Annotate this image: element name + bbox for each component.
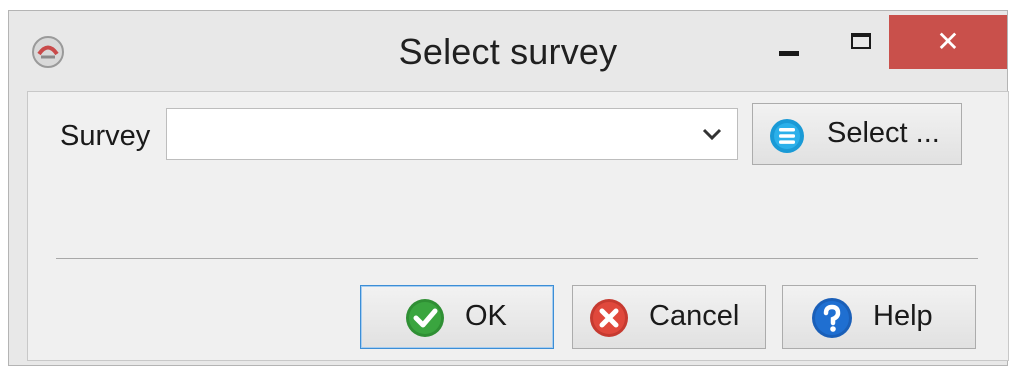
ok-button[interactable]: OK bbox=[360, 285, 554, 349]
minimize-button[interactable] bbox=[759, 15, 819, 69]
close-button[interactable]: ✕ bbox=[889, 15, 1007, 69]
checkmark-icon bbox=[406, 299, 444, 337]
help-button-label: Help bbox=[873, 300, 933, 332]
minimize-icon bbox=[779, 51, 799, 56]
cancel-button-label: Cancel bbox=[649, 300, 740, 332]
select-survey-button[interactable]: Select ... bbox=[752, 103, 962, 165]
ok-button-label: OK bbox=[465, 300, 507, 332]
cancel-x-icon bbox=[590, 299, 628, 337]
survey-dropdown[interactable] bbox=[166, 108, 738, 160]
select-survey-dialog: Select survey ✕ Survey Select ... OK Can… bbox=[8, 10, 1009, 366]
maximize-icon bbox=[851, 33, 871, 49]
question-mark-icon bbox=[812, 298, 852, 338]
select-button-label: Select ... bbox=[827, 117, 940, 149]
maximize-button[interactable] bbox=[829, 15, 889, 69]
list-icon bbox=[770, 119, 804, 153]
divider bbox=[56, 258, 978, 259]
close-icon: ✕ bbox=[936, 25, 960, 58]
dialog-content: Survey Select ... OK Cancel Help bbox=[27, 91, 1009, 361]
cancel-button[interactable]: Cancel bbox=[572, 285, 766, 349]
help-button[interactable]: Help bbox=[782, 285, 976, 349]
survey-label: Survey bbox=[60, 120, 151, 152]
chevron-down-icon[interactable] bbox=[701, 123, 723, 145]
title-bar[interactable]: Select survey ✕ bbox=[9, 11, 1007, 91]
